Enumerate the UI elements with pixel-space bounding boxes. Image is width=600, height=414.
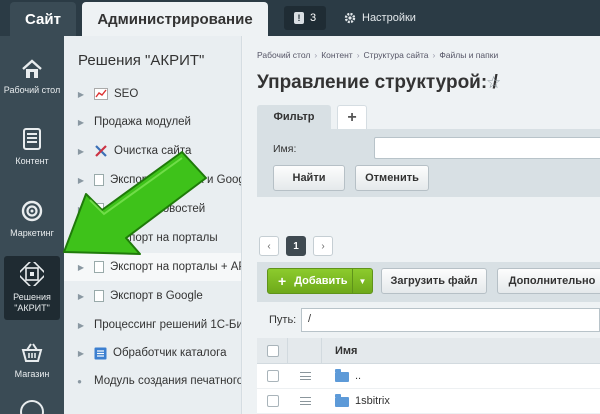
page-title: Управление структурой: / [257,72,498,93]
row-menu-icon[interactable] [300,397,311,405]
sidebar-item-label: Процессинг решений 1С-Битрикс [94,319,242,331]
menu-acrit-label: Решения "АКРИТ" [13,292,51,313]
sidebar-item-label: Продажа модулей [94,116,191,128]
basket-icon [21,342,43,362]
menu-content[interactable]: Контент [0,112,64,182]
more-menu-icon[interactable] [20,400,44,414]
path-row: Путь: / [257,302,600,338]
table-header: Имя [257,338,600,364]
breadcrumb-link[interactable]: Рабочий стол [257,50,310,60]
tab-site[interactable]: Сайт [10,2,76,36]
expand-arrow-icon[interactable]: ▶ [64,349,94,358]
main-content: Рабочий стол › Контент › Структура сайта › Фай… [243,36,600,414]
add-button[interactable]: + Добавить ▼ [267,268,373,294]
notifications-count: 3 [309,12,317,24]
breadcrumb-link[interactable]: Контент [321,50,353,60]
cancel-button[interactable]: Отменить [355,165,429,191]
sidebar-item-processing-1c[interactable]: ▶ Процессинг решений 1С-Битрикс [64,311,242,339]
path-input[interactable]: / [301,308,600,332]
house-icon [22,58,42,78]
page-icon [94,261,104,273]
filter-panel: Имя: Найти Отменить [257,129,600,197]
menu-desktop-label: Рабочий стол [3,84,61,95]
expand-arrow-icon[interactable]: ▶ [64,263,94,272]
notification-icon: ! [293,12,304,24]
filter-name-label: Имя: [273,143,297,155]
sidebar-item-label: Экспорт в Google [110,290,203,302]
next-page-button[interactable]: › [313,236,333,256]
document-icon [23,127,41,150]
page-icon [94,290,104,302]
page-number[interactable]: 1 [286,236,306,256]
main-menu-bar: Рабочий стол Контент Маркетинг Решения "… [0,36,64,414]
row-checkbox[interactable] [267,370,279,382]
add-filter-button[interactable]: + [337,105,367,129]
prev-page-button[interactable]: ‹ [259,236,279,256]
breadcrumb-link[interactable]: Структура сайта [364,50,429,60]
notifications-button[interactable]: ! 3 [284,6,326,30]
path-label: Путь: [269,314,297,326]
find-button[interactable]: Найти [273,165,345,191]
folder-up-icon [335,369,349,382]
sidebar-item-export-google[interactable]: ▶ Экспорт в Google [64,282,241,310]
select-all-checkbox[interactable] [267,345,279,357]
row-name[interactable]: .. [355,370,361,382]
plus-icon: + [278,273,287,289]
expand-arrow-icon[interactable]: ▶ [64,118,94,127]
sidebar-item-label: Экспорт на порталы + API [110,261,242,273]
upload-file-button[interactable]: Загрузить файл [381,268,487,294]
row-menu-icon[interactable] [300,372,311,380]
menu-marketing-label: Маркетинг [10,227,54,238]
menu-acrit-solutions[interactable]: Решения "АКРИТ" [4,256,60,320]
chart-icon [94,88,108,100]
sidebar-item-catalog-handler[interactable]: ▶ Обработчик каталога [64,339,241,367]
top-bar: Сайт Администрирование ! 3 Настройки [0,0,600,36]
settings-button[interactable]: Настройки [344,8,416,28]
row-checkbox[interactable] [267,395,279,407]
star-icon[interactable]: ☆ [486,73,501,93]
sidebar-title: Решения "АКРИТ" [78,52,205,69]
tab-filter[interactable]: Фильтр [257,105,331,129]
menu-shop-label: Магазин [14,368,50,379]
target-icon [21,200,43,221]
chevron-down-icon[interactable]: ▼ [352,269,372,293]
row-name[interactable]: 1sbitrix [355,395,390,407]
expand-arrow-icon[interactable]: ▶ [64,90,94,99]
expand-arrow-icon[interactable]: ▶ [64,321,94,330]
sidebar-item-label: Модуль создания печатного каталога [94,375,242,387]
more-actions-button[interactable]: Дополнительно [497,268,600,294]
acrit-logo-icon [20,262,44,286]
sidebar-item-print-catalog[interactable]: ● Модуль создания печатного каталога [64,367,242,395]
table-row[interactable]: 1sbitrix [257,389,600,414]
files-table: Имя .. 1sbitrix [257,338,600,414]
green-arrow-icon [63,151,207,255]
sidebar-item-label: SEO [114,88,139,100]
breadcrumb: Рабочий стол › Контент › Структура сайта › Фай… [257,50,499,60]
menu-content-label: Контент [15,155,49,166]
menu-shop[interactable]: Магазин [0,326,64,396]
actions-toolbar: + Добавить ▼ Загрузить файл Дополнительн… [257,262,600,302]
gear-icon [344,12,356,24]
table-row[interactable]: .. [257,364,600,389]
sidebar-item-label: Обработчик каталога [113,347,227,359]
menu-marketing[interactable]: Маркетинг [0,184,64,254]
settings-label: Настройки [362,12,416,24]
column-header-name[interactable]: Имя [335,345,357,357]
sidebar-item-module-sales[interactable]: ▶ Продажа модулей [64,108,241,136]
bullet-icon: ● [77,376,82,386]
list-icon [94,347,107,359]
tab-administration[interactable]: Администрирование [82,2,268,36]
add-button-label: Добавить [294,275,348,287]
breadcrumb-link[interactable]: Файлы и папки [439,50,498,60]
filter-name-input[interactable] [374,137,600,159]
menu-desktop[interactable]: Рабочий стол [0,42,64,112]
expand-arrow-icon[interactable]: ▶ [64,292,94,301]
folder-icon [335,394,349,407]
sidebar-item-seo[interactable]: ▶ SEO [64,80,241,108]
